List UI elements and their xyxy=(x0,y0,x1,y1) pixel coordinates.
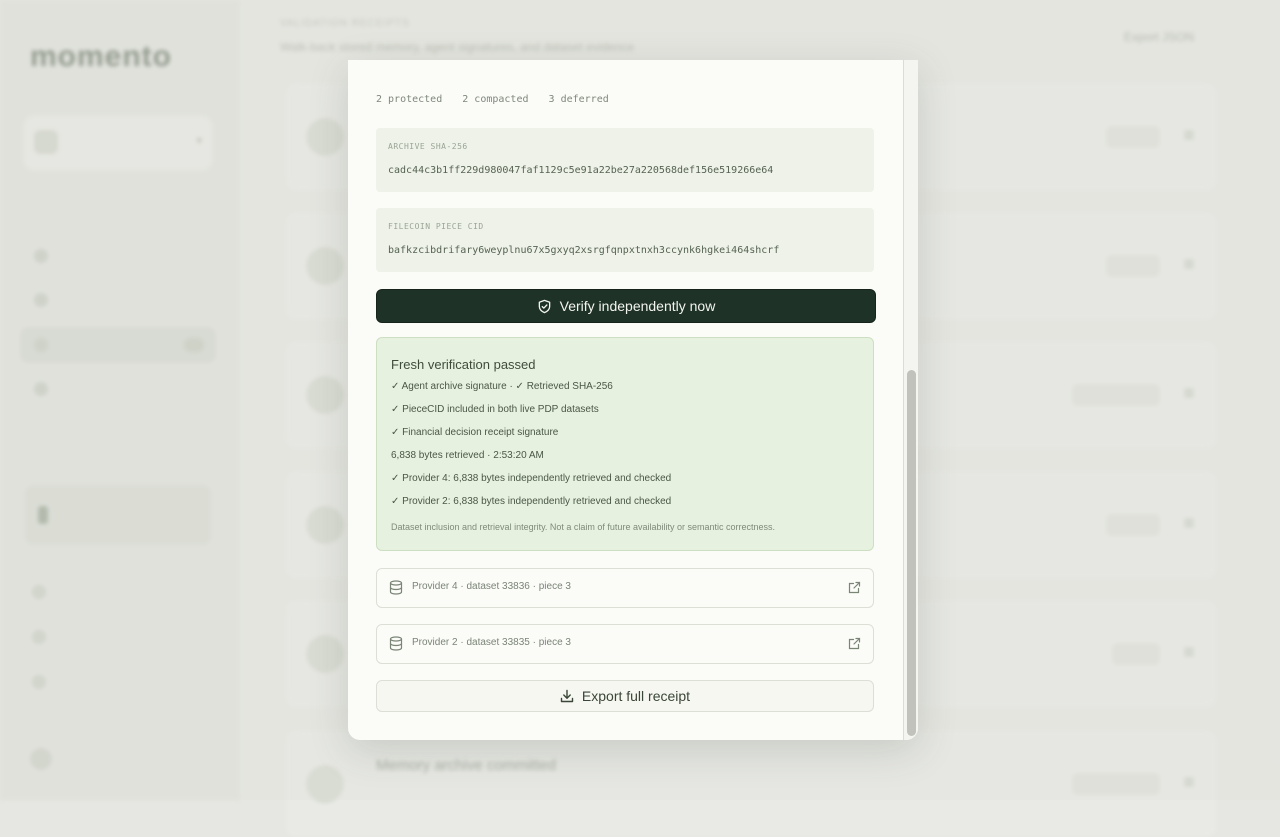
piece-cid-box: FILECOIN PIECE CID bafkzcibdrifary6weypl… xyxy=(376,208,874,272)
external-link-icon[interactable] xyxy=(848,637,861,650)
shield-check-icon xyxy=(538,299,550,313)
export-receipt-label: Export full receipt xyxy=(581,688,691,704)
protected-count: 2 protected xyxy=(376,94,443,105)
verify-button-label: Verify independently now xyxy=(559,298,716,314)
provider-link-4[interactable]: Provider 4 · dataset 33836 · piece 3 xyxy=(376,568,874,608)
result-disclaimer: Dataset inclusion and retrieval integrit… xyxy=(391,522,775,532)
result-line: 6,838 bytes retrieved · 2:53:20 AM xyxy=(391,450,544,461)
provider-label: Provider 2 · dataset 33835 · piece 3 xyxy=(412,637,571,648)
scrollbar-thumb[interactable] xyxy=(907,370,916,736)
external-link-icon[interactable] xyxy=(848,581,861,594)
verification-result: Fresh verification passed ✓ Agent archiv… xyxy=(376,337,874,551)
archive-hash-label: ARCHIVE SHA-256 xyxy=(388,142,468,151)
provider-label: Provider 4 · dataset 33836 · piece 3 xyxy=(412,581,571,592)
archive-hash-value[interactable]: cadc44c3b1ff229d980047faf1129c5e91a22be2… xyxy=(388,165,773,176)
result-line: ✓ Financial decision receipt signature xyxy=(391,427,559,438)
result-line: ✓ PieceCID included in both live PDP dat… xyxy=(391,404,599,415)
receipt-modal: 2 protected 2 compacted 3 deferred ARCHI… xyxy=(348,60,918,740)
result-line: ✓ Provider 4: 6,838 bytes independently … xyxy=(391,473,672,484)
compacted-count: 2 compacted xyxy=(462,94,529,105)
piece-cid-value[interactable]: bafkzcibdrifary6weyplnu67x5gxyq2xsrgfqnp… xyxy=(388,245,779,256)
deferred-count: 3 deferred xyxy=(548,94,609,105)
provider-link-2[interactable]: Provider 2 · dataset 33835 · piece 3 xyxy=(376,624,874,664)
result-title: Fresh verification passed xyxy=(391,357,536,372)
export-receipt-button[interactable]: Export full receipt xyxy=(376,680,874,712)
archive-hash-box: ARCHIVE SHA-256 cadc44c3b1ff229d980047fa… xyxy=(376,128,874,192)
result-line: ✓ Agent archive signature · ✓ Retrieved … xyxy=(391,381,613,392)
modal-scrollbar[interactable] xyxy=(903,60,918,740)
database-icon xyxy=(389,580,403,595)
download-icon xyxy=(560,689,574,703)
verify-button[interactable]: Verify independently now xyxy=(376,289,876,323)
database-icon xyxy=(389,636,403,651)
piece-cid-label: FILECOIN PIECE CID xyxy=(388,222,484,231)
memory-counts: 2 protected 2 compacted 3 deferred xyxy=(376,94,623,105)
result-line: ✓ Provider 2: 6,838 bytes independently … xyxy=(391,496,672,507)
